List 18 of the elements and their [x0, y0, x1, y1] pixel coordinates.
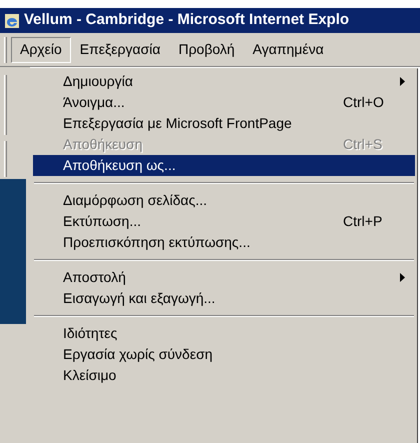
- menu-item[interactable]: Επεξεργασία με Microsoft FrontPage: [33, 113, 415, 134]
- menu-item[interactable]: Δημιουργία: [33, 71, 415, 92]
- menu-bar-item[interactable]: Επεξεργασία: [70, 36, 170, 62]
- menu-bar-item[interactable]: Προβολή: [169, 36, 244, 62]
- menu-item[interactable]: Εργασία χωρίς σύνδεση: [33, 344, 415, 365]
- menu-item[interactable]: Αποστολή: [33, 267, 415, 288]
- menu-item[interactable]: Εκτύπωση... Ctrl+P: [33, 211, 415, 232]
- menu-item[interactable]: Αποθήκευση ως...: [33, 155, 415, 176]
- menu-item[interactable]: Εισαγωγή και εξαγωγή...: [33, 288, 415, 309]
- window-title: Vellum - Cambridge - Microsoft Internet Explo: [24, 10, 350, 30]
- menu-bar-item[interactable]: Αγαπημένα: [244, 36, 333, 62]
- menu-item[interactable]: Άνοιγμα... Ctrl+O: [33, 92, 415, 113]
- menu-item[interactable]: Προεπισκόπηση εκτύπωσης...: [33, 232, 415, 253]
- menu-item[interactable]: Διαμόρφωση σελίδας...: [33, 190, 415, 211]
- menu-bar-item[interactable]: Αρχείο: [11, 36, 71, 62]
- menu-item[interactable]: Κλείσιμο: [33, 365, 415, 386]
- menu-item[interactable]: Ιδιότητες: [33, 323, 415, 344]
- browser-logo-icon: [4, 12, 20, 28]
